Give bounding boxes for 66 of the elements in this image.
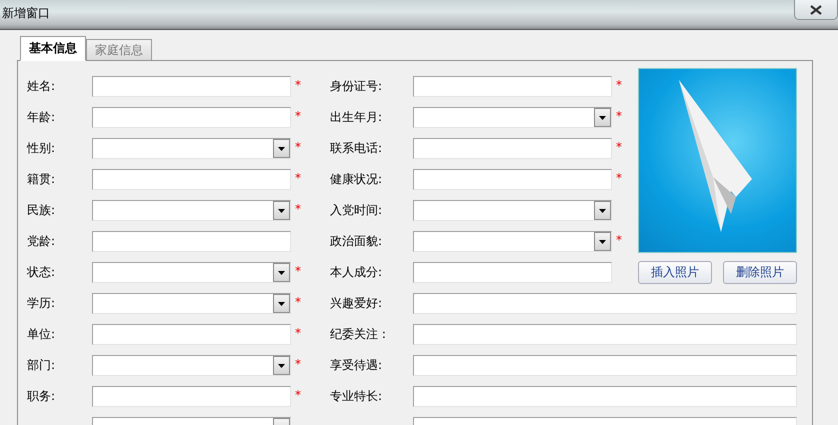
required-mark: *	[615, 140, 623, 154]
field-label: 部门:	[27, 357, 56, 374]
required-mark: *	[615, 78, 623, 92]
dropdown-field[interactable]	[413, 107, 612, 128]
field-label: 性别:	[27, 140, 56, 157]
input-field[interactable]	[413, 138, 612, 159]
field-label: 政治面貌:	[330, 233, 384, 250]
field-label: 享受待遇:	[330, 357, 384, 374]
dropdown-field[interactable]	[413, 231, 612, 252]
field-label: 兴趣爱好:	[330, 295, 384, 312]
input-field[interactable]	[413, 386, 797, 407]
input-field[interactable]	[92, 231, 291, 252]
required-mark: *	[294, 326, 302, 340]
field-label: 年龄:	[27, 109, 56, 126]
required-mark: *	[294, 294, 302, 308]
field-label: 学历:	[27, 295, 56, 312]
field-label: 党龄:	[27, 233, 56, 250]
required-mark: *	[294, 78, 302, 92]
dropdown-field[interactable]	[92, 138, 291, 159]
input-field[interactable]	[92, 324, 291, 345]
dropdown-field[interactable]	[413, 200, 612, 221]
close-button[interactable]	[794, 0, 838, 20]
input-field[interactable]	[413, 262, 612, 283]
dropdown-field[interactable]	[92, 200, 291, 221]
required-mark: *	[615, 108, 623, 122]
field-label: 本人成分:	[330, 264, 384, 281]
input-field[interactable]	[92, 169, 291, 190]
close-icon	[810, 4, 822, 14]
tab[interactable]: 家庭信息	[86, 39, 152, 60]
input-field[interactable]	[413, 355, 797, 376]
field-label: 专业特长:	[330, 388, 384, 405]
window-title: 新增窗口	[1, 5, 50, 22]
field-label: 入党时间:	[330, 202, 384, 219]
input-field[interactable]	[413, 76, 612, 97]
field-label: 纪委关注 :	[330, 326, 387, 343]
dropdown-field[interactable]	[92, 293, 291, 314]
input-field[interactable]	[413, 324, 797, 345]
field-label: 姓名:	[27, 78, 56, 95]
required-mark: *	[294, 170, 302, 184]
required-mark: *	[615, 232, 623, 246]
required-mark: *	[294, 140, 302, 154]
field-label: 民族:	[27, 202, 56, 219]
required-mark: *	[294, 356, 302, 370]
input-field[interactable]	[92, 76, 291, 97]
required-mark: *	[294, 264, 302, 278]
field-label: 健康状况:	[330, 171, 384, 188]
dropdown-field[interactable]	[92, 355, 291, 376]
required-mark: *	[294, 388, 302, 402]
field-label: 状态:	[27, 264, 56, 281]
dropdown-field[interactable]	[92, 262, 291, 283]
required-mark: *	[294, 108, 302, 122]
field-label: 籍贯:	[27, 171, 56, 188]
field-label: 联系电话:	[330, 140, 384, 157]
input-field[interactable]	[413, 169, 612, 190]
input-field[interactable]	[92, 107, 291, 128]
field-label: 单位:	[27, 326, 56, 343]
field-label: 职务:	[27, 388, 56, 405]
required-mark: *	[615, 170, 623, 184]
field-label: 身份证号:	[330, 78, 384, 95]
photo-button[interactable]: 插入照片	[638, 261, 712, 284]
field-label: 出生年月:	[330, 109, 384, 126]
input-field[interactable]	[413, 293, 797, 314]
tab[interactable]: 基本信息	[20, 36, 86, 61]
photo-button[interactable]: 删除照片	[723, 261, 797, 284]
input-field[interactable]	[92, 386, 291, 407]
required-mark: *	[294, 202, 302, 216]
